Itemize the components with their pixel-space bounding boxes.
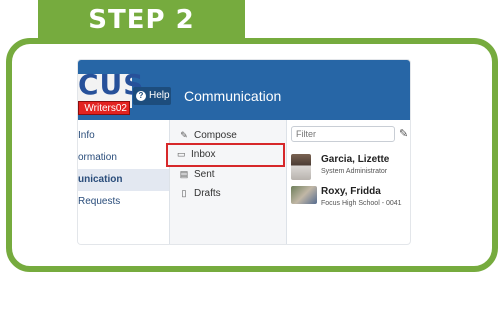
filter-input[interactable] bbox=[291, 126, 395, 142]
communication-nav: ✎ Compose ▤ Sent ▯ Drafts bbox=[169, 120, 287, 244]
compose-icon: ✎ bbox=[180, 129, 188, 140]
help-icon: ? bbox=[136, 91, 146, 101]
help-label: Help bbox=[149, 90, 170, 101]
drafts-icon: ▯ bbox=[181, 187, 187, 198]
left-sidebar: Info ormation unication Requests bbox=[78, 120, 169, 244]
app-screenshot: CUS Writers02 ? Help Communication Info … bbox=[78, 60, 410, 244]
compose-item[interactable]: ✎ Compose bbox=[179, 126, 237, 144]
page-title: Communication bbox=[184, 88, 282, 104]
sender-name: Garcia, Lizette bbox=[321, 154, 390, 165]
sidebar-item-label: ormation bbox=[78, 152, 117, 163]
sidebar-item-information[interactable]: ormation bbox=[78, 147, 169, 169]
message-item[interactable]: Garcia, Lizette System Administrator bbox=[291, 154, 410, 186]
sent-icon: ▤ bbox=[179, 168, 189, 179]
inbox-icon: ▭ bbox=[177, 149, 186, 159]
sender-name: Roxy, Fridda bbox=[321, 186, 381, 197]
avatar bbox=[291, 154, 311, 180]
sidebar-item-label: unication bbox=[78, 174, 123, 185]
app-header: CUS Writers02 ? Help Communication bbox=[78, 60, 410, 120]
sent-label: Sent bbox=[194, 168, 215, 180]
step-label: STEP 2 bbox=[38, 0, 245, 40]
inbox-item[interactable]: ▭ Inbox bbox=[166, 143, 285, 167]
avatar bbox=[291, 186, 317, 204]
sidebar-item-info[interactable]: Info bbox=[78, 125, 169, 147]
drafts-label: Drafts bbox=[194, 187, 221, 199]
edit-icon[interactable]: ✎ bbox=[399, 127, 408, 140]
inbox-label: Inbox bbox=[191, 149, 216, 160]
help-button[interactable]: ? Help bbox=[133, 87, 171, 105]
drafts-item[interactable]: ▯ Drafts bbox=[179, 184, 221, 202]
user-badge[interactable]: Writers02 bbox=[78, 101, 130, 115]
sender-role: System Administrator bbox=[321, 168, 388, 175]
message-item[interactable]: Roxy, Fridda Focus High School - 0041 bbox=[291, 186, 410, 218]
sent-item[interactable]: ▤ Sent bbox=[179, 165, 215, 183]
sidebar-item-requests[interactable]: Requests bbox=[78, 191, 169, 213]
sidebar-item-label: Info bbox=[78, 130, 95, 141]
sidebar-item-label: Requests bbox=[78, 196, 121, 207]
compose-label: Compose bbox=[194, 129, 237, 141]
sender-role: Focus High School - 0041 bbox=[321, 200, 402, 207]
sidebar-item-communication[interactable]: unication bbox=[78, 169, 169, 191]
